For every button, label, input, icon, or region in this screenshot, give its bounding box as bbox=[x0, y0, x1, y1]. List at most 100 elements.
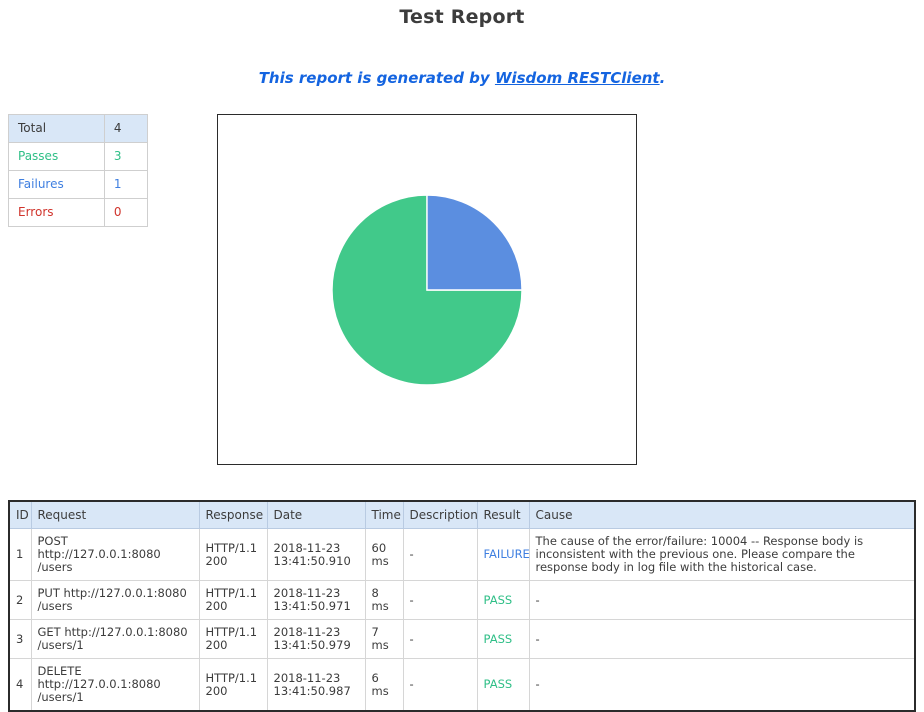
wisdom-restclient-link[interactable]: Wisdom RESTClient bbox=[495, 69, 660, 87]
cell-id-container: 4 bbox=[8, 658, 32, 712]
subtitle-prefix-text: This report is generated by bbox=[258, 69, 495, 87]
cell-date: 2018-11-23 13:41:50.987 bbox=[273, 670, 351, 698]
result-badge: PASS bbox=[483, 592, 513, 607]
cell-response-container: HTTP/1.1 200 bbox=[198, 658, 268, 712]
cell-response: HTTP/1.1 200 bbox=[205, 586, 258, 613]
cell-time: 8 ms bbox=[371, 586, 389, 613]
table-row: 4 DELETE http://127.0.0.1:8080 /users/1 HT… bbox=[8, 658, 916, 712]
pie-chart-panel bbox=[217, 114, 637, 465]
cell-result-container: FAILURE bbox=[476, 528, 530, 581]
cell-date-container: 2018-11-23 13:41:50.971 bbox=[266, 580, 366, 620]
cell-cause: The cause of the error/failure: 10004 --… bbox=[535, 534, 864, 574]
column-header-id: ID bbox=[8, 500, 32, 529]
cell-response: HTTP/1.1 200 bbox=[205, 540, 258, 568]
cell-description: - bbox=[409, 547, 414, 561]
cell-description-container: - bbox=[402, 619, 478, 659]
cell-id-container: 2 bbox=[8, 580, 32, 620]
table-row: 1 POST http://127.0.0.1:8080 /users HTTP/1… bbox=[8, 528, 916, 581]
summary-table: Total 4 Passes 3 Failures 1 Errors 0 bbox=[8, 114, 149, 227]
summary-label-errors: Errors bbox=[8, 198, 105, 227]
cell-cause-container: - bbox=[528, 580, 916, 620]
cell-date-container: 2018-11-23 13:41:50.979 bbox=[266, 619, 366, 659]
cell-request: PUT http://127.0.0.1:8080 /users bbox=[37, 586, 187, 613]
cell-response-container: HTTP/1.1 200 bbox=[198, 580, 268, 620]
cell-description: - bbox=[409, 592, 414, 607]
table-row: 2 PUT http://127.0.0.1:8080 /users HTTP/1.… bbox=[8, 580, 916, 620]
column-header-result: Result bbox=[476, 500, 530, 529]
summary-value-passes: 3 bbox=[103, 142, 149, 171]
cell-description: - bbox=[409, 677, 414, 691]
cell-request: DELETE http://127.0.0.1:8080 /users/1 bbox=[37, 664, 161, 704]
cell-result-container: PASS bbox=[476, 658, 530, 712]
table-row: 3 GET http://127.0.0.1:8080 /users/1 HTTP/… bbox=[8, 619, 916, 659]
summary-label-failures: Failures bbox=[8, 170, 105, 199]
cell-time-container: 6 ms bbox=[364, 658, 404, 712]
cell-request-container: GET http://127.0.0.1:8080 /users/1 bbox=[30, 619, 200, 659]
cell-request-container: PUT http://127.0.0.1:8080 /users bbox=[30, 580, 200, 620]
result-badge: FAILURE bbox=[483, 547, 530, 561]
subtitle-suffix-text: . bbox=[659, 69, 666, 87]
cell-time: 6 ms bbox=[371, 670, 389, 698]
cell-id-container: 3 bbox=[8, 619, 32, 659]
cell-time: 7 ms bbox=[371, 625, 389, 652]
cell-date: 2018-11-23 13:41:50.971 bbox=[273, 586, 351, 613]
summary-value-errors: 0 bbox=[103, 198, 149, 227]
cell-date-container: 2018-11-23 13:41:50.910 bbox=[266, 528, 366, 581]
summary-label-passes: Passes bbox=[8, 142, 105, 171]
cell-request-container: DELETE http://127.0.0.1:8080 /users/1 bbox=[30, 658, 200, 712]
cell-description-container: - bbox=[402, 528, 478, 581]
result-badge: PASS bbox=[483, 677, 513, 691]
column-header-cause: Cause bbox=[528, 500, 916, 529]
cell-date: 2018-11-23 13:41:50.979 bbox=[273, 625, 351, 652]
detail-table-header-row: ID Request Response Date Time Descriptio… bbox=[8, 500, 916, 529]
summary-row-total: Total 4 bbox=[8, 114, 149, 143]
column-header-response: Response bbox=[198, 500, 268, 529]
cell-id-container: 1 bbox=[8, 528, 32, 581]
column-header-time: Time bbox=[364, 500, 404, 529]
summary-row-passes: Passes 3 bbox=[8, 142, 149, 171]
cell-cause: - bbox=[535, 592, 540, 607]
summary-row-failures: Failures 1 bbox=[8, 170, 149, 199]
cell-cause-container: The cause of the error/failure: 10004 --… bbox=[528, 528, 916, 581]
cell-cause-container: - bbox=[528, 658, 916, 712]
column-header-date: Date bbox=[266, 500, 366, 529]
cell-request: POST http://127.0.0.1:8080 /users bbox=[37, 534, 161, 574]
cell-cause-container: - bbox=[528, 619, 916, 659]
cell-time-container: 60 ms bbox=[364, 528, 404, 581]
cell-time-container: 7 ms bbox=[364, 619, 404, 659]
summary-value-total: 4 bbox=[103, 114, 149, 143]
cell-id: 3 bbox=[16, 631, 24, 646]
cell-result-container: PASS bbox=[476, 619, 530, 659]
cell-response-container: HTTP/1.1 200 bbox=[198, 619, 268, 659]
cell-description: - bbox=[409, 631, 414, 646]
cell-response: HTTP/1.1 200 bbox=[205, 625, 258, 652]
cell-date: 2018-11-23 13:41:50.910 bbox=[273, 540, 351, 568]
cell-time-container: 8 ms bbox=[364, 580, 404, 620]
pie-chart bbox=[331, 193, 523, 386]
cell-id: 2 bbox=[16, 592, 24, 607]
cell-cause: - bbox=[535, 677, 540, 691]
cell-request-container: POST http://127.0.0.1:8080 /users bbox=[30, 528, 200, 581]
report-generated-by-note: This report is generated by Wisdom RESTC… bbox=[0, 28, 924, 87]
cell-response-container: HTTP/1.1 200 bbox=[198, 528, 268, 581]
page-title: Test Report bbox=[399, 6, 525, 28]
cell-description-container: - bbox=[402, 658, 478, 712]
summary-row-errors: Errors 0 bbox=[8, 198, 149, 227]
cell-date-container: 2018-11-23 13:41:50.987 bbox=[266, 658, 366, 712]
summary-value-failures: 1 bbox=[103, 170, 149, 199]
column-header-request: Request bbox=[30, 500, 200, 529]
cell-time: 60 ms bbox=[371, 540, 389, 568]
column-header-description: Description bbox=[402, 500, 478, 529]
cell-result-container: PASS bbox=[476, 580, 530, 620]
cell-description-container: - bbox=[402, 580, 478, 620]
summary-label-total: Total bbox=[8, 114, 105, 143]
request-detail-table: ID Request Response Date Time Descriptio… bbox=[8, 500, 916, 712]
cell-id: 1 bbox=[16, 547, 24, 561]
cell-request: GET http://127.0.0.1:8080 /users/1 bbox=[37, 625, 188, 652]
cell-response: HTTP/1.1 200 bbox=[205, 670, 258, 698]
cell-id: 4 bbox=[16, 677, 24, 691]
pie-slice-failures bbox=[426, 193, 523, 291]
result-badge: PASS bbox=[483, 631, 513, 646]
cell-cause: - bbox=[535, 631, 540, 646]
pie-chart-svg bbox=[331, 193, 523, 386]
